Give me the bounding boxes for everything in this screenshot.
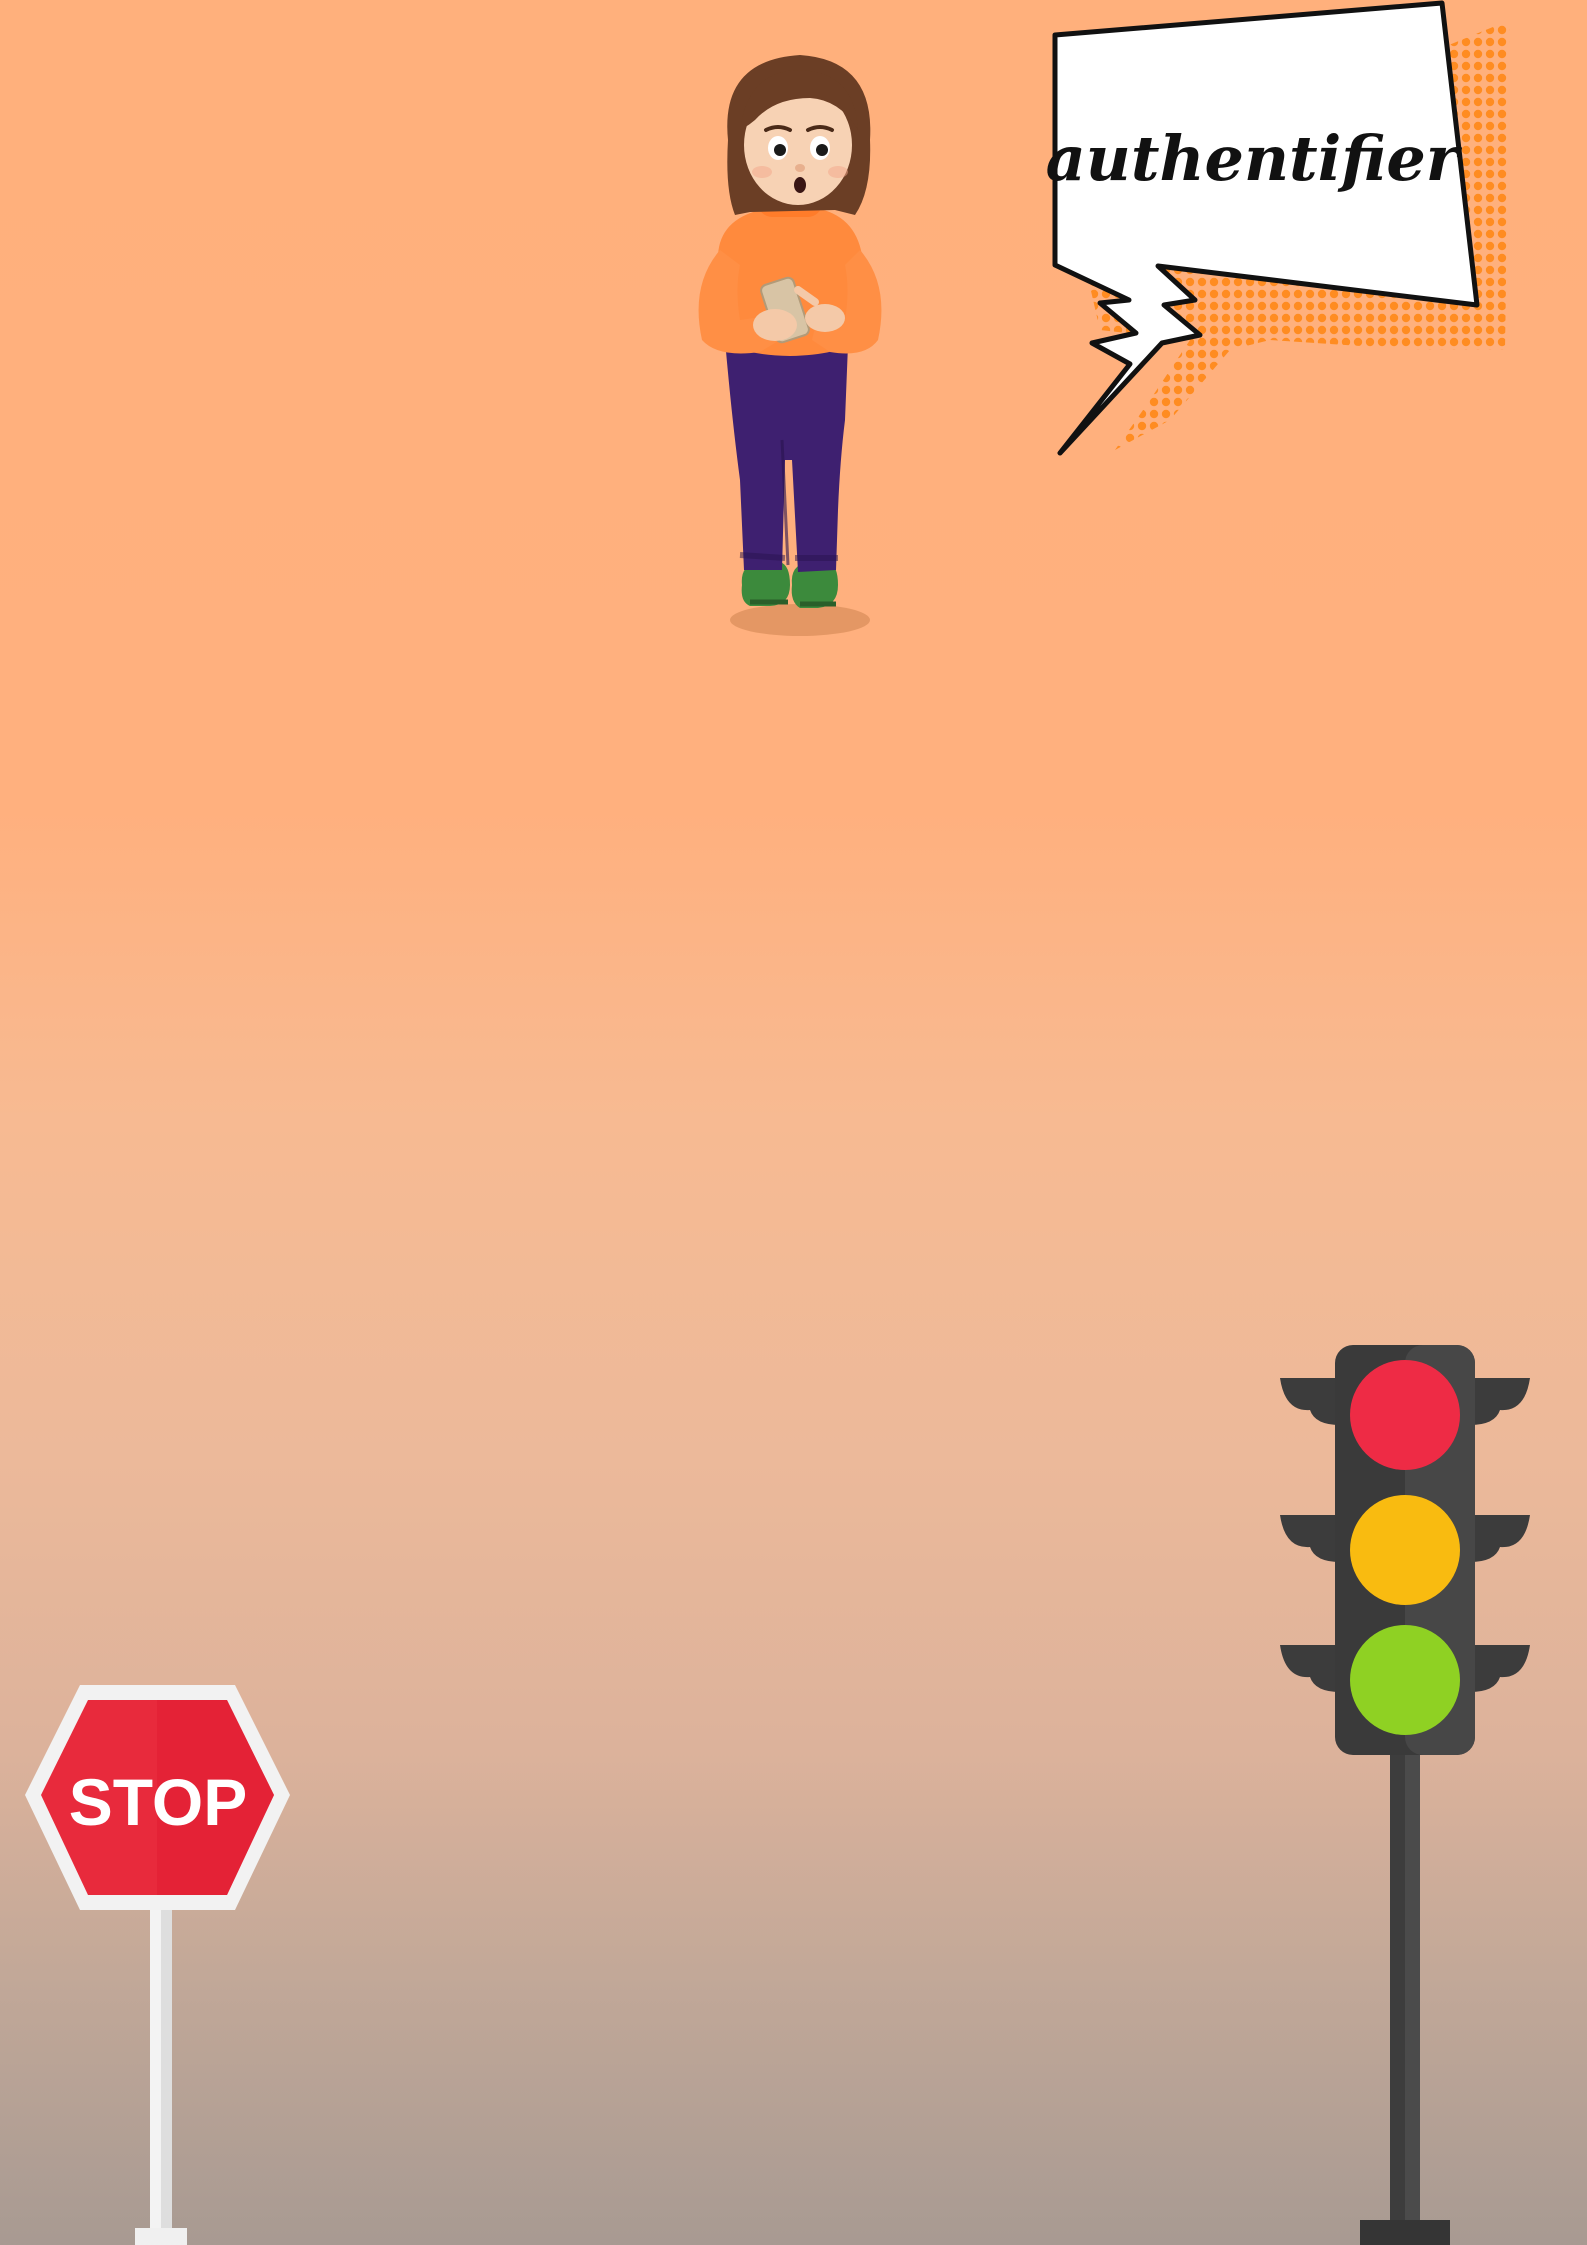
- traffic-light: [1280, 1345, 1530, 2245]
- woman-with-phone-illustration: [698, 55, 882, 636]
- speech-bubble: authentifier: [1046, 0, 1510, 456]
- yellow-light: [1350, 1495, 1460, 1605]
- green-light: [1350, 1625, 1460, 1735]
- red-light: [1350, 1360, 1460, 1470]
- bubble-text: authentifier: [1046, 122, 1463, 195]
- bubble-body: [1052, 0, 1480, 456]
- pants: [725, 321, 848, 572]
- stop-sign: STOP: [25, 1685, 290, 2245]
- stop-sign-text: STOP: [69, 1765, 248, 1839]
- head: [727, 55, 871, 215]
